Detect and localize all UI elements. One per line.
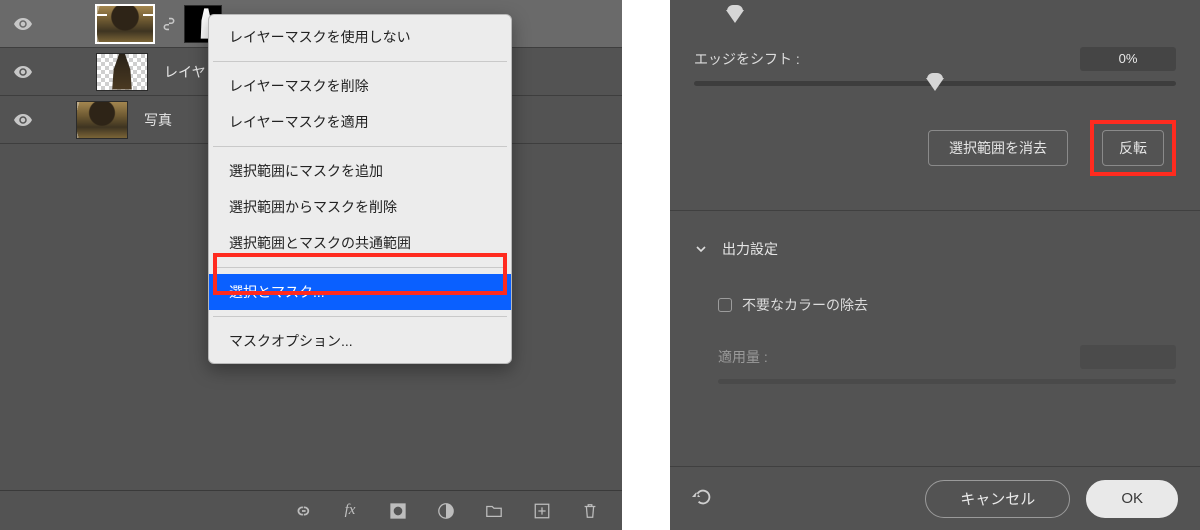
tutorial-highlight-invert: 反転 (1090, 120, 1176, 176)
menu-item-disable-mask[interactable]: レイヤーマスクを使用しない (209, 19, 511, 55)
menu-item-select-and-mask[interactable]: 選択とマスク... (209, 274, 511, 310)
slider-thumb-upper[interactable] (694, 10, 1176, 23)
layer-image-thumbnail[interactable] (96, 53, 148, 91)
edge-shift-row: エッジをシフト : 0% (694, 47, 1176, 71)
link-layers-icon[interactable] (292, 501, 312, 521)
invert-button[interactable]: 反転 (1102, 130, 1164, 166)
menu-item-apply-mask[interactable]: レイヤーマスクを適用 (209, 104, 511, 140)
mask-link-icon[interactable] (162, 17, 176, 31)
layers-panel: レイヤ 写真 レイヤーマスクを使用しない レイヤーマスクを削除 レイヤーマスクを… (0, 0, 622, 530)
output-settings-header[interactable]: 出力設定 (694, 239, 1176, 259)
chevron-down-icon (694, 242, 708, 256)
edge-shift-label: エッジをシフト : (694, 49, 800, 69)
visibility-toggle[interactable] (6, 114, 40, 126)
layer-name[interactable]: レイヤ (164, 62, 206, 82)
layer-name[interactable]: 写真 (144, 110, 172, 130)
visibility-toggle[interactable] (6, 18, 40, 30)
menu-separator (213, 61, 507, 62)
menu-item-delete-mask[interactable]: レイヤーマスクを削除 (209, 68, 511, 104)
delete-layer-icon[interactable] (580, 501, 600, 521)
add-mask-icon[interactable] (388, 501, 408, 521)
edge-shift-value[interactable]: 0% (1080, 47, 1176, 71)
amount-row: 適用量 : (718, 345, 1176, 369)
layer-image-thumbnail[interactable] (96, 5, 154, 43)
output-settings-title: 出力設定 (722, 239, 778, 259)
menu-separator (213, 146, 507, 147)
decontaminate-colors-row[interactable]: 不要なカラーの除去 (718, 295, 1176, 315)
clear-selection-button[interactable]: 選択範囲を消去 (928, 130, 1068, 166)
layers-panel-toolbar: fx (0, 490, 622, 530)
select-and-mask-properties: エッジをシフト : 0% 選択範囲を消去 反転 出力設定 不要なカラーの除去 適… (670, 0, 1200, 530)
menu-item-mask-options[interactable]: マスクオプション... (209, 323, 511, 359)
amount-slider-track (718, 379, 1176, 384)
edge-shift-slider-track[interactable] (694, 81, 1176, 86)
reset-button[interactable] (692, 487, 714, 510)
layer-effects-icon[interactable]: fx (340, 501, 360, 521)
eye-icon (14, 114, 32, 126)
eye-icon (14, 18, 32, 30)
visibility-toggle[interactable] (6, 66, 40, 78)
menu-item-subtract-mask-from-selection[interactable]: 選択範囲からマスクを削除 (209, 189, 511, 225)
edge-shift-slider-thumb[interactable] (926, 78, 944, 91)
menu-item-intersect-mask-selection[interactable]: 選択範囲とマスクの共通範囲 (209, 225, 511, 261)
amount-label: 適用量 : (718, 347, 768, 367)
ok-button[interactable]: OK (1086, 480, 1178, 518)
dialog-footer: キャンセル OK (670, 466, 1200, 530)
new-group-icon[interactable] (484, 501, 504, 521)
adjustment-layer-icon[interactable] (436, 501, 456, 521)
menu-separator (213, 267, 507, 268)
menu-separator (213, 316, 507, 317)
decontaminate-checkbox[interactable] (718, 298, 732, 312)
decontaminate-label: 不要なカラーの除去 (742, 295, 868, 315)
menu-item-add-mask-to-selection[interactable]: 選択範囲にマスクを追加 (209, 153, 511, 189)
new-layer-icon[interactable] (532, 501, 552, 521)
eye-icon (14, 66, 32, 78)
layer-image-thumbnail[interactable] (76, 101, 128, 139)
layer-mask-context-menu: レイヤーマスクを使用しない レイヤーマスクを削除 レイヤーマスクを適用 選択範囲… (208, 14, 512, 364)
cancel-button[interactable]: キャンセル (925, 480, 1070, 518)
amount-value (1080, 345, 1176, 369)
